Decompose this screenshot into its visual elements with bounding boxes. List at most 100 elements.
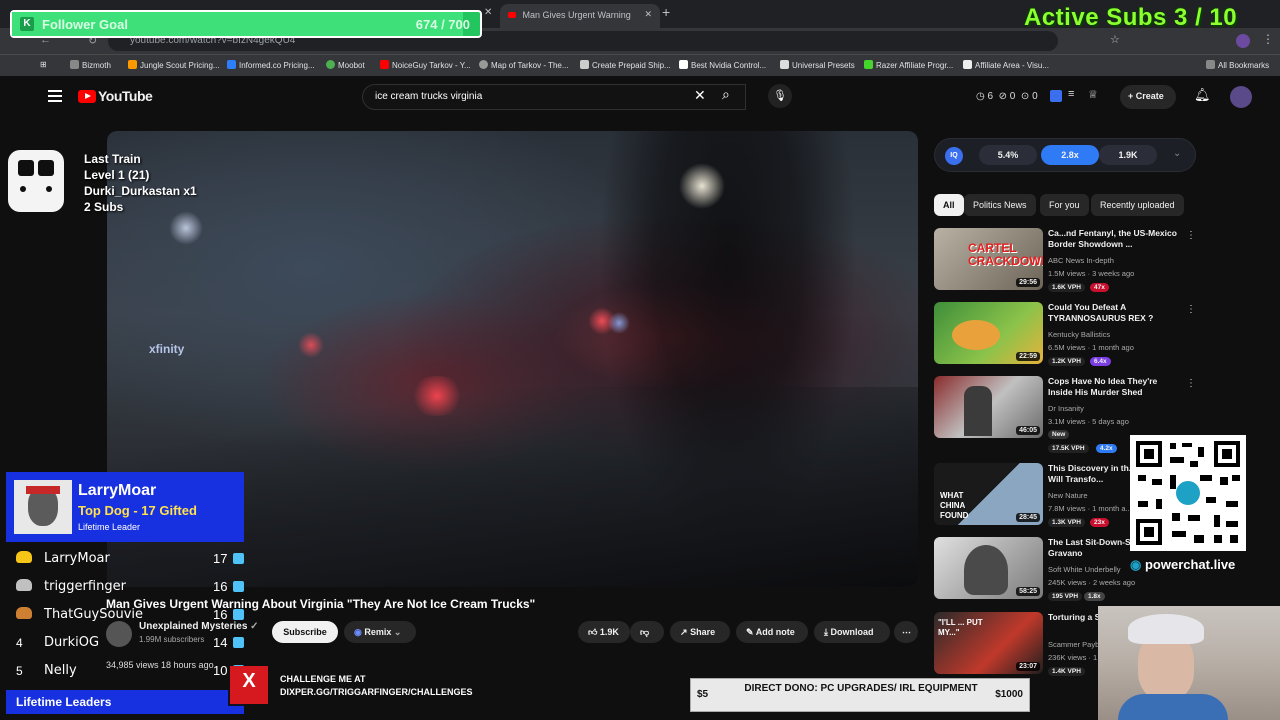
chip-for-you[interactable]: For you bbox=[1040, 194, 1089, 216]
multiplier-badge: 6.4x bbox=[1090, 357, 1111, 366]
bookmark-item[interactable]: Jungle Scout Pricing... bbox=[128, 60, 220, 70]
video-duration: 28:45 bbox=[1016, 513, 1040, 522]
thumbnail-text: "I'LL ... PUT MY..." bbox=[938, 618, 983, 637]
like-button[interactable]: 👍︎ 1.9K bbox=[578, 621, 630, 643]
add-note-button[interactable]: ✎ Add note bbox=[736, 621, 808, 643]
qr-code bbox=[1130, 435, 1246, 551]
youtube-favicon-icon bbox=[508, 12, 516, 18]
challenge-line-1: CHALLENGE ME AT bbox=[280, 674, 366, 684]
channel-name[interactable]: New Nature bbox=[1048, 491, 1088, 500]
channel-name[interactable]: ABC News In-depth bbox=[1048, 256, 1114, 265]
browser-tab-active[interactable]: Man Gives Urgent Warning ✕ bbox=[500, 4, 660, 28]
menu-icon[interactable] bbox=[48, 90, 62, 102]
video-duration: 46:05 bbox=[1016, 426, 1040, 435]
share-icon: ↗ bbox=[680, 627, 688, 637]
more-options-icon[interactable]: ⋮ bbox=[1186, 304, 1196, 315]
recommendation-item[interactable]: 46:05 Cops Have No Idea They're Inside H… bbox=[934, 376, 1196, 453]
iq-stat[interactable]: 1.9K bbox=[1099, 145, 1157, 165]
leader-title: Top Dog - 17 Gifted bbox=[78, 503, 197, 518]
chip-politics-news[interactable]: Politics News bbox=[964, 194, 1036, 216]
apps-grid-icon[interactable]: ⊞ bbox=[40, 60, 47, 69]
more-options-icon[interactable]: ⋮ bbox=[1186, 230, 1196, 241]
leaderboard-name: ThatGuySouvie bbox=[44, 607, 143, 622]
bookmark-item[interactable]: Moobot bbox=[326, 60, 365, 70]
folder-icon bbox=[70, 60, 79, 69]
recommendation-item[interactable]: 22:59 Could You Defeat A TYRANNOSAURUS R… bbox=[934, 302, 1196, 368]
more-actions-button[interactable]: ⋯ bbox=[894, 621, 918, 643]
video-stats: 7.8M views · 1 month a... bbox=[1048, 504, 1132, 513]
extension-icon[interactable] bbox=[1050, 90, 1062, 102]
bookmark-item[interactable]: Map of Tarkov - The... bbox=[479, 60, 569, 70]
all-bookmarks-link[interactable]: All Bookmarks bbox=[1206, 60, 1269, 70]
search-input[interactable]: ice cream trucks virginia bbox=[362, 84, 746, 110]
train-level: Level 1 (21) bbox=[84, 168, 150, 182]
close-tab-icon[interactable]: ✕ bbox=[484, 7, 492, 18]
chevron-down-icon[interactable]: ⌄ bbox=[1173, 148, 1181, 159]
video-title[interactable]: Ca...nd Fentanyl, the US-Mexico Border S… bbox=[1048, 228, 1182, 250]
bookmark-item[interactable]: Razer Affiliate Progr... bbox=[864, 60, 953, 70]
thumbnail-person bbox=[964, 545, 1008, 595]
vph-badge: 1.6K VPH bbox=[1048, 283, 1085, 292]
recommendation-item[interactable]: CARTEL CRACKDOWN 29:56 Ca...nd Fentanyl,… bbox=[934, 228, 1196, 294]
video-title[interactable]: Could You Defeat A TYRANNOSAURUS REX ? bbox=[1048, 302, 1182, 324]
subscribe-button[interactable]: Subscribe bbox=[272, 621, 338, 643]
video-thumbnail[interactable]: "I'LL ... PUT MY..." 23:07 bbox=[934, 612, 1043, 674]
more-options-icon[interactable]: ⋮ bbox=[1186, 378, 1196, 389]
video-title[interactable]: Cops Have No Idea They're Inside His Mur… bbox=[1048, 376, 1182, 398]
bookmark-item[interactable]: Informed.co Pricing... bbox=[227, 60, 315, 70]
clear-search-icon[interactable]: ✕ bbox=[694, 87, 706, 104]
close-tab-icon[interactable]: ✕ bbox=[644, 9, 652, 20]
video-thumbnail[interactable]: 22:59 bbox=[934, 302, 1043, 364]
channel-name[interactable]: Soft White Underbelly bbox=[1048, 565, 1121, 574]
iq-logo-icon: IQ bbox=[945, 147, 963, 165]
browser-menu-icon[interactable]: ⋮ bbox=[1262, 32, 1274, 46]
video-thumbnail[interactable]: 58:25 bbox=[934, 537, 1043, 599]
new-tab-button[interactable]: + bbox=[662, 4, 670, 20]
thumbs-up-icon: 👍︎ bbox=[588, 627, 598, 637]
follower-goal-label: Follower Goal bbox=[42, 17, 128, 32]
challenge-line-2: DIXPER.GG/TRIGGARFINGER/CHALLENGES bbox=[280, 687, 473, 697]
site-favicon-icon bbox=[128, 60, 137, 69]
site-favicon-icon bbox=[479, 60, 488, 69]
follower-goal-count: 674 / 700 bbox=[415, 17, 470, 32]
channel-name[interactable]: Dr Insanity bbox=[1048, 404, 1084, 413]
dislike-button[interactable]: 👎︎ bbox=[630, 621, 664, 643]
multiplier-badge: 23x bbox=[1090, 518, 1109, 527]
leaderboard-name: DurkiOG bbox=[44, 635, 100, 650]
chip-recently-uploaded[interactable]: Recently uploaded bbox=[1091, 194, 1184, 216]
chip-all[interactable]: All bbox=[934, 194, 964, 216]
profile-avatar[interactable] bbox=[1236, 34, 1250, 48]
notifications-bell-icon[interactable]: 🔔︎ bbox=[1194, 87, 1211, 103]
bookmark-item[interactable]: Bizmoth bbox=[70, 60, 111, 70]
video-thumbnail[interactable]: WHAT CHINA FOUND 28:45 bbox=[934, 463, 1043, 525]
bookmark-item[interactable]: Create Prepaid Ship... bbox=[580, 60, 671, 70]
leader-avatar bbox=[14, 480, 72, 534]
voice-search-icon[interactable]: 🎙 bbox=[768, 84, 792, 108]
list-icon[interactable]: ≡ bbox=[1068, 88, 1074, 100]
download-button[interactable]: ⤓ Download bbox=[814, 621, 890, 643]
share-button[interactable]: ↗ Share bbox=[670, 621, 730, 643]
remix-button[interactable]: ◉ Remix ⌄ bbox=[344, 621, 416, 643]
multiplier-badge: 47x bbox=[1090, 283, 1109, 292]
bookmark-item[interactable]: Best Nvidia Control... bbox=[679, 60, 766, 70]
iq-stat[interactable]: 5.4% bbox=[979, 145, 1037, 165]
bookmark-item[interactable]: Affiliate Area - Visu... bbox=[963, 60, 1049, 70]
video-thumbnail[interactable]: CARTEL CRACKDOWN 29:56 bbox=[934, 228, 1043, 290]
account-avatar[interactable] bbox=[1230, 86, 1252, 108]
bookmark-star-icon[interactable]: ☆ bbox=[1110, 33, 1120, 46]
thumbnail-object bbox=[952, 320, 1000, 350]
webcam-feed bbox=[1098, 606, 1280, 720]
iq-stat[interactable]: 2.8x bbox=[1041, 145, 1099, 165]
vph-badge: 17.5K VPH bbox=[1048, 444, 1089, 453]
youtube-logo[interactable]: YouTube bbox=[78, 88, 153, 104]
vph-badge: 1.2K VPH bbox=[1048, 357, 1085, 366]
leaderboard-count: 17 bbox=[213, 551, 228, 566]
search-icon[interactable]: ⌕ bbox=[722, 86, 744, 108]
ribbon-icon[interactable]: ♕ bbox=[1088, 88, 1098, 101]
bookmark-item[interactable]: NoiceGuy Tarkov - Y... bbox=[380, 60, 471, 70]
leaderboard-footer: Lifetime Leaders bbox=[6, 690, 244, 714]
bookmark-item[interactable]: Universal Presets bbox=[780, 60, 855, 70]
channel-name[interactable]: Kentucky Ballistics bbox=[1048, 330, 1110, 339]
create-button[interactable]: + Create bbox=[1120, 85, 1176, 109]
video-thumbnail[interactable]: 46:05 bbox=[934, 376, 1043, 438]
